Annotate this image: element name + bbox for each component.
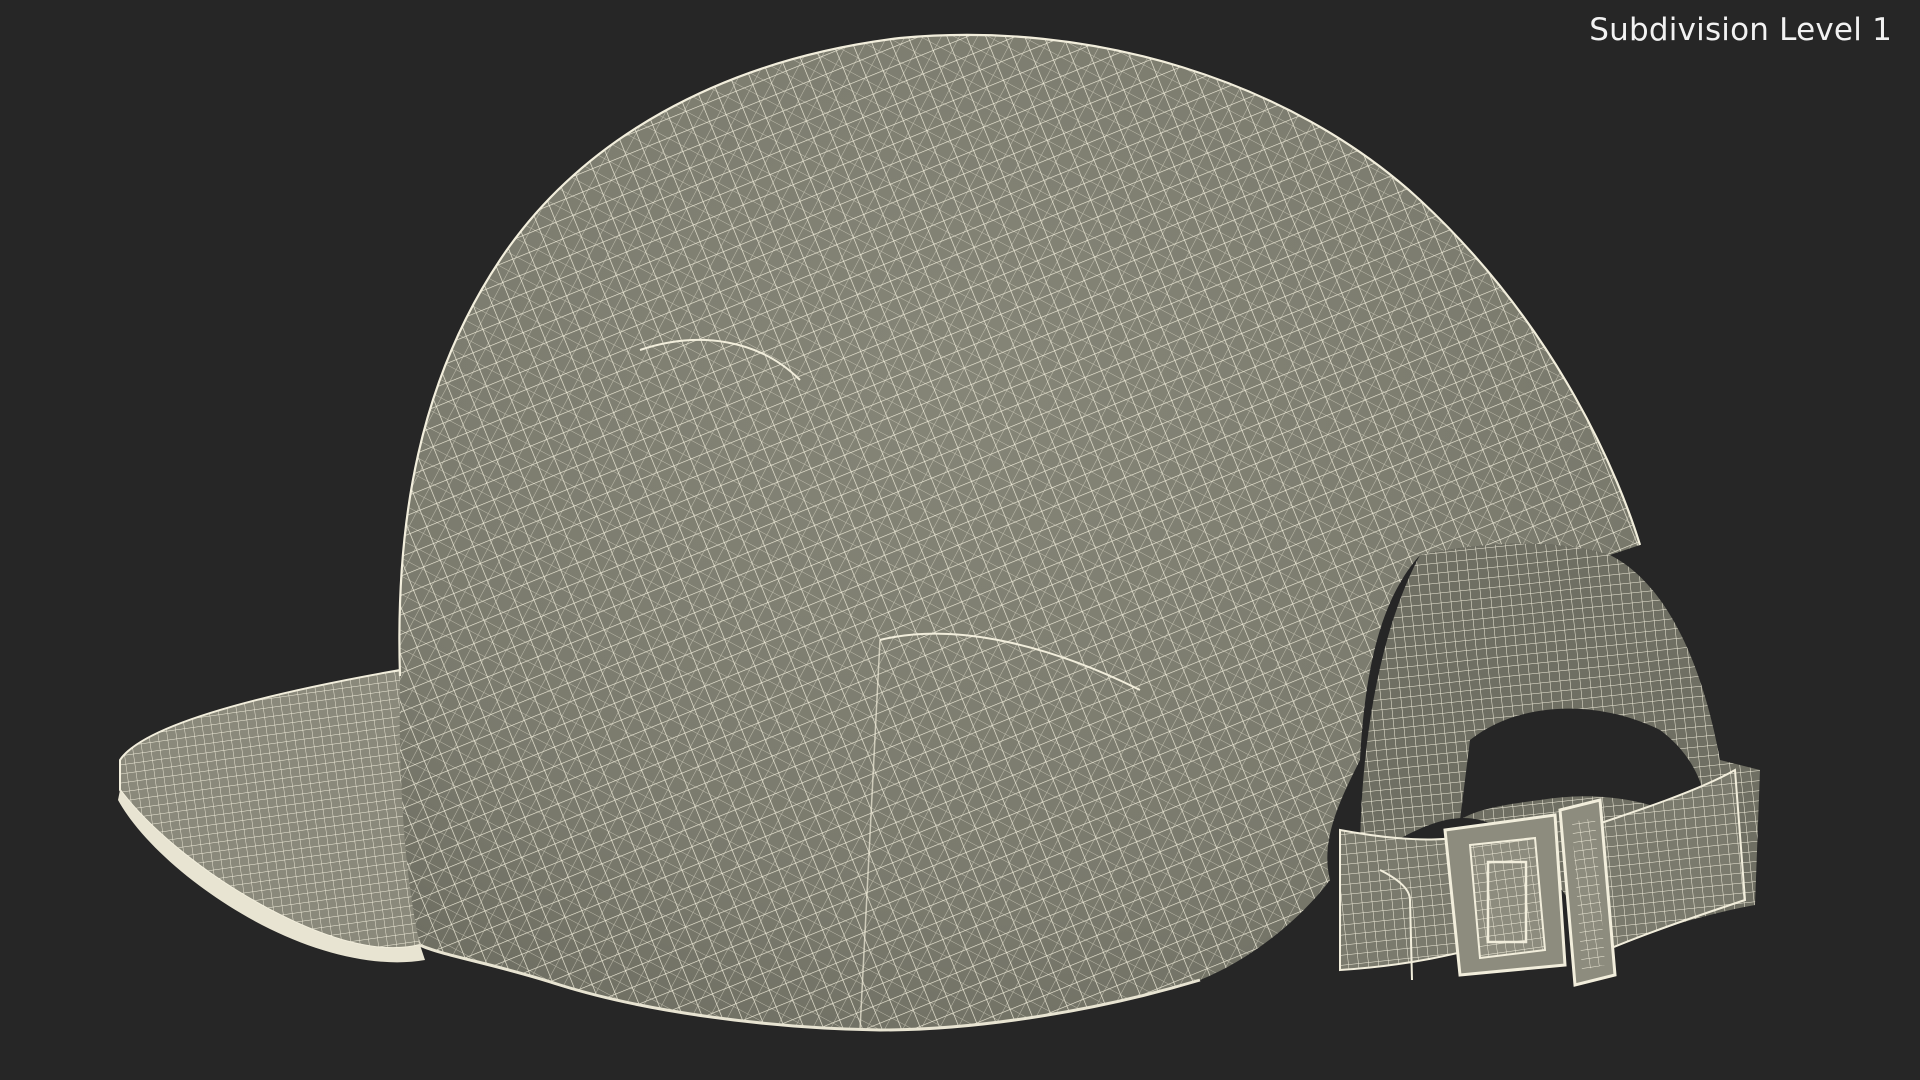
subdivision-level-label: Subdivision Level 1 [1589, 12, 1892, 48]
cap-buckle [1443, 798, 1617, 987]
cap-wireframe-render [0, 0, 1920, 1080]
render-viewport[interactable]: Subdivision Level 1 [0, 0, 1920, 1080]
